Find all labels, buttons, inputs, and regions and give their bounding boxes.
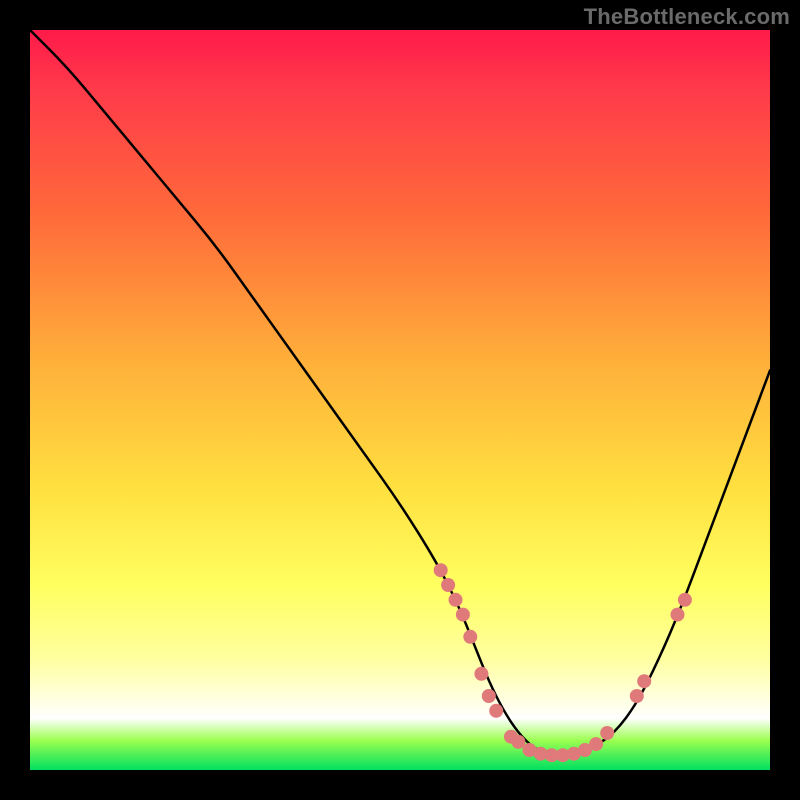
chart-marker xyxy=(463,630,477,644)
chart-marker xyxy=(441,578,455,592)
plot-area xyxy=(30,30,770,770)
chart-marker xyxy=(482,689,496,703)
chart-svg xyxy=(30,30,770,770)
chart-marker xyxy=(449,593,463,607)
chart-marker xyxy=(589,737,603,751)
chart-marker xyxy=(434,563,448,577)
chart-frame: TheBottleneck.com xyxy=(0,0,800,800)
chart-marker xyxy=(630,689,644,703)
chart-marker xyxy=(600,726,614,740)
chart-marker xyxy=(671,608,685,622)
chart-marker xyxy=(489,704,503,718)
chart-marker xyxy=(678,593,692,607)
chart-markers xyxy=(434,563,692,762)
chart-marker xyxy=(474,667,488,681)
chart-curve xyxy=(30,30,770,755)
chart-marker xyxy=(456,608,470,622)
watermark-label: TheBottleneck.com xyxy=(584,4,790,30)
chart-marker xyxy=(637,674,651,688)
